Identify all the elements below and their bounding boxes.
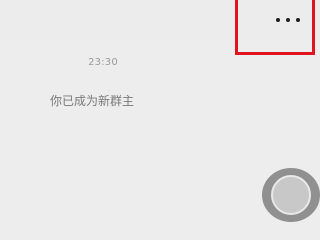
assistive-touch-icon[interactable]	[271, 175, 311, 215]
more-button-highlight	[235, 0, 315, 55]
more-dot	[286, 18, 290, 22]
more-dot	[276, 18, 280, 22]
system-message: 你已成为新群主	[50, 94, 135, 108]
message-timestamp: 23:30	[88, 57, 118, 68]
more-icon[interactable]	[276, 13, 300, 27]
chat-screen: 23:30 你已成为新群主	[0, 0, 320, 240]
more-dot	[296, 18, 300, 22]
